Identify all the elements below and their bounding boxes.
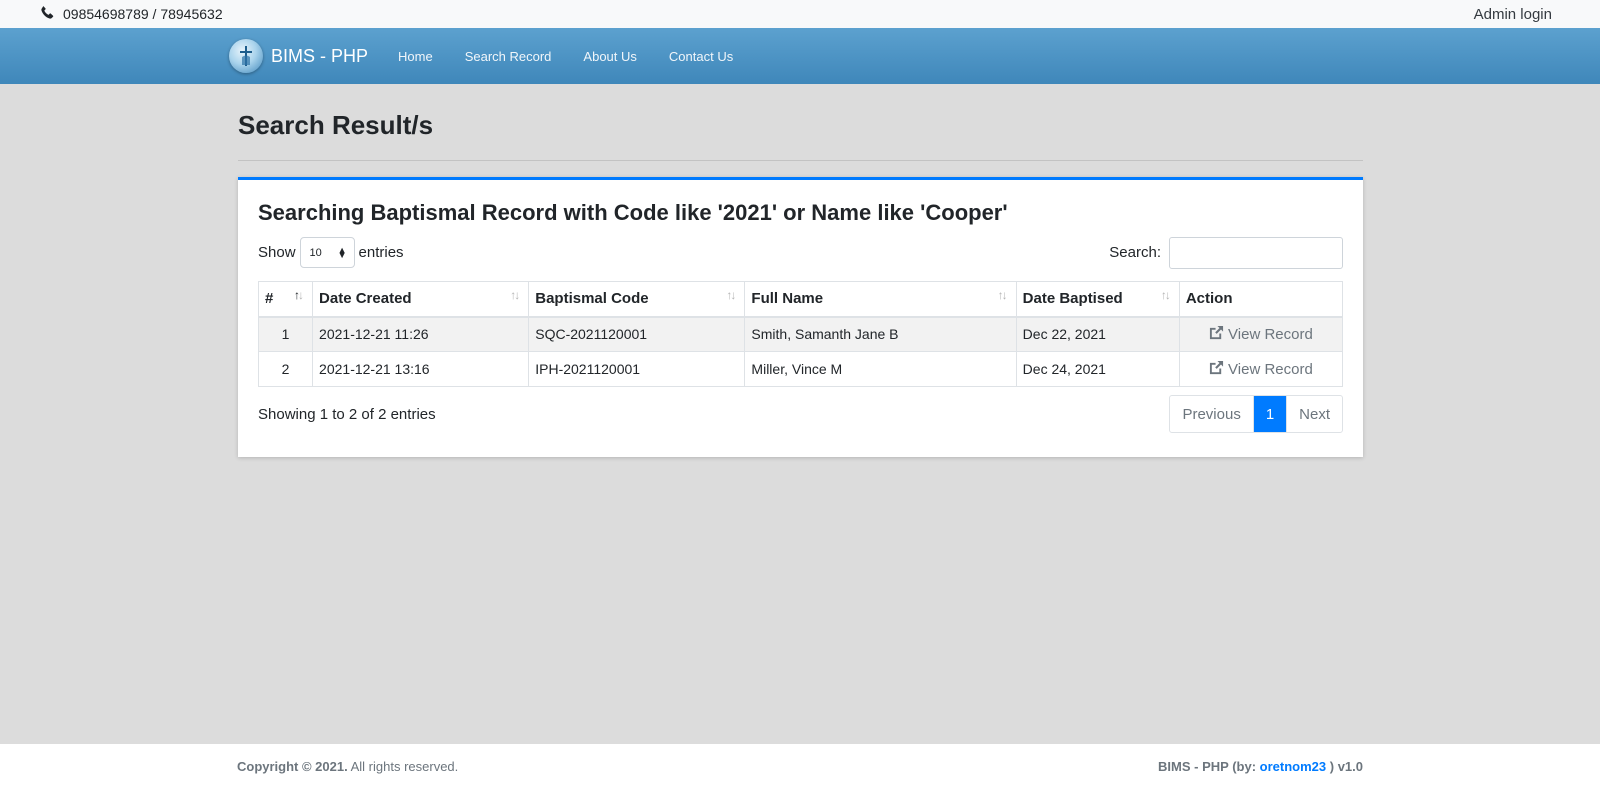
entries-label: entries: [358, 244, 404, 261]
admin-login-link[interactable]: Admin login: [1474, 6, 1552, 23]
nav-home[interactable]: Home: [382, 49, 449, 64]
column-header-baptismal-code[interactable]: Baptismal Code ↑↓: [528, 281, 746, 318]
cell-baptismal-code: IPH-2021120001: [528, 351, 746, 387]
sort-icon: ↑↓: [997, 288, 1008, 302]
main-content: Search Result/s Searching Baptismal Reco…: [238, 84, 1363, 457]
nav-search-record[interactable]: Search Record: [449, 49, 568, 64]
select-arrows-icon: ▲ ▼: [337, 244, 347, 260]
cell-date-baptised: Dec 24, 2021: [1015, 351, 1180, 387]
column-header-action: Action: [1178, 281, 1344, 318]
view-record-link[interactable]: View Record: [1209, 360, 1313, 379]
column-header-date-created-label: Date Created: [319, 290, 412, 308]
cell-number: 1: [257, 316, 314, 352]
cell-date-created: 2021-12-21 11:26: [312, 316, 530, 352]
main-navbar: BIMS - PHP Home Search Record About Us C…: [0, 28, 1600, 84]
column-header-action-label: Action: [1185, 290, 1233, 308]
table-footer: Showing 1 to 2 of 2 entries Previous 1 N…: [258, 395, 1343, 433]
results-table: # ↑↓ Date Created ↑↓ Baptismal Code ↑↓ Full…: [257, 281, 1344, 387]
phone-contact: 09854698789 / 78945632: [40, 5, 223, 23]
external-link-icon: [1209, 325, 1224, 344]
cell-date-created: 2021-12-21 13:16: [312, 351, 530, 387]
show-label: Show: [258, 244, 296, 261]
phone-numbers: 09854698789 / 78945632: [63, 6, 223, 22]
credit-prefix: BIMS - PHP (by:: [1158, 759, 1257, 774]
column-header-number[interactable]: # ↑↓: [257, 281, 314, 318]
entries-select[interactable]: 10 ▲ ▼: [299, 237, 355, 268]
view-record-label: View Record: [1228, 360, 1313, 378]
copyright: Copyright © 2021. All rights reserved.: [237, 759, 458, 774]
pagination-next[interactable]: Next: [1286, 396, 1342, 432]
view-record-link[interactable]: View Record: [1209, 325, 1313, 344]
column-header-full-name-label: Full Name: [751, 290, 824, 308]
entries-select-value: 10: [309, 246, 322, 259]
column-header-date-created[interactable]: Date Created ↑↓: [312, 281, 530, 318]
page-title: Search Result/s: [238, 110, 434, 140]
church-logo-icon: [229, 39, 263, 73]
table-search: Search:: [1109, 236, 1343, 269]
brand-name: BIMS - PHP: [271, 45, 369, 66]
top-contact-bar: 09854698789 / 78945632 Admin login: [0, 0, 1600, 28]
table-row: 1 2021-12-21 11:26 SQC-2021120001 Smith,…: [257, 316, 1344, 352]
cell-number: 2: [257, 351, 314, 387]
external-link-icon: [1209, 360, 1224, 379]
sort-icon: ↑↓: [1160, 288, 1171, 302]
cell-action: View Record: [1178, 316, 1344, 352]
column-header-number-label: #: [265, 290, 274, 308]
author-link[interactable]: oretnom23: [1260, 759, 1326, 774]
cell-date-baptised: Dec 22, 2021: [1015, 316, 1180, 352]
cell-full-name: Miller, Vince M: [744, 351, 1017, 387]
table-controls: Show 10 ▲ ▼ entries Search:: [258, 236, 1343, 269]
phone-icon: [40, 5, 55, 23]
sort-asc-icon: ↑↓: [294, 288, 304, 302]
credits: BIMS - PHP (by: oretnom23 ) v1.0: [1158, 759, 1363, 774]
pagination-page-1[interactable]: 1: [1253, 396, 1287, 432]
column-header-date-baptised[interactable]: Date Baptised ↑↓: [1015, 281, 1180, 318]
search-label: Search:: [1109, 244, 1161, 261]
sort-icon: ↑↓: [510, 288, 520, 302]
copyright-rest: All rights reserved.: [350, 759, 459, 774]
search-results-card: Searching Baptismal Record with Code lik…: [238, 177, 1363, 457]
search-input[interactable]: [1169, 236, 1343, 269]
sort-icon: ↑↓: [726, 288, 736, 302]
cell-full-name: Smith, Samanth Jane B: [744, 316, 1017, 352]
table-row: 2 2021-12-21 13:16 IPH-2021120001 Miller…: [257, 351, 1344, 387]
entries-length-control: Show 10 ▲ ▼ entries: [258, 237, 404, 268]
pagination: Previous 1 Next: [1169, 395, 1343, 433]
nav-contact-us[interactable]: Contact Us: [653, 49, 749, 64]
credit-suffix: ) v1.0: [1329, 759, 1363, 774]
column-header-date-baptised-label: Date Baptised: [1022, 290, 1123, 308]
nav-about-us[interactable]: About Us: [567, 49, 652, 64]
table-info: Showing 1 to 2 of 2 entries: [258, 405, 436, 423]
table-header-row: # ↑↓ Date Created ↑↓ Baptismal Code ↑↓ Full…: [257, 281, 1344, 318]
divider: [238, 160, 1363, 161]
cell-action: View Record: [1178, 351, 1344, 387]
card-title: Searching Baptismal Record with Code lik…: [258, 200, 1008, 225]
view-record-label: View Record: [1228, 325, 1313, 343]
cell-baptismal-code: SQC-2021120001: [528, 316, 746, 352]
page-footer: Copyright © 2021. All rights reserved. B…: [0, 744, 1600, 789]
column-header-baptismal-code-label: Baptismal Code: [535, 290, 649, 308]
pagination-previous[interactable]: Previous: [1170, 396, 1254, 432]
column-header-full-name[interactable]: Full Name ↑↓: [744, 281, 1017, 318]
brand[interactable]: BIMS - PHP: [229, 39, 382, 73]
copyright-year: Copyright © 2021.: [237, 759, 348, 774]
